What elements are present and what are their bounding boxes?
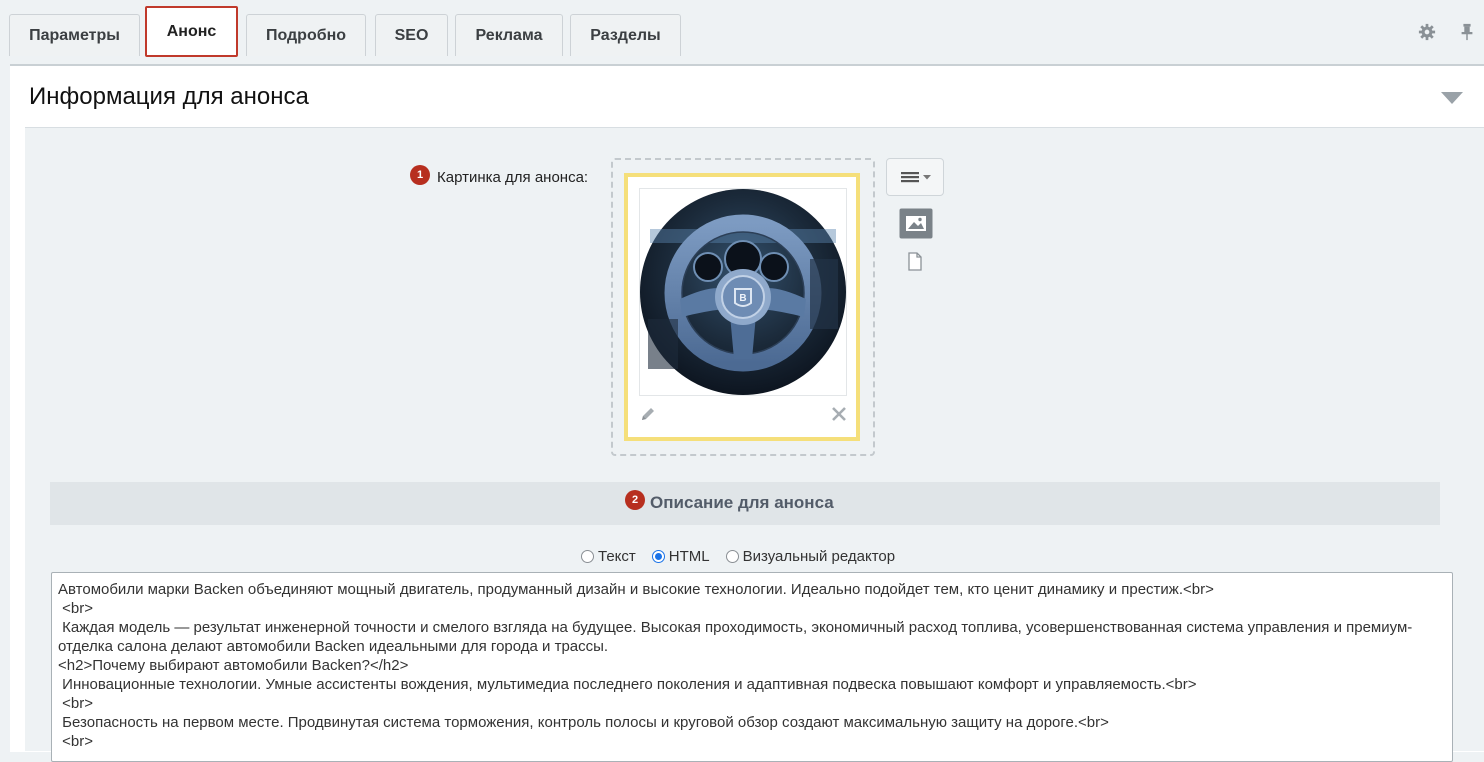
edit-icon[interactable]: [639, 405, 657, 423]
tab-label: Параметры: [29, 26, 120, 44]
section-title: Информация для анонса: [29, 83, 309, 110]
gear-icon[interactable]: [1418, 22, 1436, 42]
menu-icon: [901, 172, 931, 183]
tab-label: Реклама: [475, 26, 543, 44]
tab-bar: Параметры Анонс Подробно SEO Реклама Раз…: [0, 0, 1484, 57]
tab-label: Анонс: [166, 22, 217, 40]
description-textarea[interactable]: Автомобили марки Backen объединяют мощны…: [51, 572, 1453, 762]
tab-details[interactable]: Подробно: [246, 14, 366, 56]
image-menu-button[interactable]: [886, 158, 944, 196]
file-icon[interactable]: [907, 252, 923, 271]
radio-html-mode[interactable]: [651, 549, 665, 563]
tab-announce[interactable]: Анонс: [145, 6, 238, 57]
radio-label: Визуальный редактор: [742, 547, 896, 565]
editor-mode-switch: Текст HTML Визуальный редактор: [581, 546, 911, 566]
tab-label: Подробно: [265, 26, 347, 44]
tab-label: SEO: [394, 26, 429, 44]
tab-seo[interactable]: SEO: [375, 14, 448, 56]
preview-image: B: [639, 188, 847, 396]
close-icon[interactable]: [830, 405, 848, 423]
pin-icon[interactable]: [1458, 22, 1476, 42]
preview-image-label: Картинка для анонса:: [437, 169, 589, 186]
svg-text:B: B: [739, 293, 746, 304]
radio-label: HTML: [668, 547, 710, 565]
radio-label: Текст: [598, 547, 636, 565]
description-title: Описание для анонса: [650, 493, 834, 512]
steering-wheel-image: B: [640, 189, 846, 395]
tab-advertising[interactable]: Реклама: [455, 14, 563, 56]
tab-sections[interactable]: Разделы: [570, 14, 681, 56]
tab-label: Разделы: [590, 26, 661, 44]
image-icon[interactable]: [899, 208, 933, 239]
radio-text-mode[interactable]: [581, 549, 594, 563]
radio-visual-mode[interactable]: [725, 549, 739, 563]
collapse-arrow-icon[interactable]: [1441, 92, 1463, 104]
image-card[interactable]: B: [624, 173, 860, 441]
field-badge: 2: [625, 490, 645, 510]
field-badge: 1: [410, 165, 430, 185]
tab-parameters[interactable]: Параметры: [9, 14, 140, 56]
